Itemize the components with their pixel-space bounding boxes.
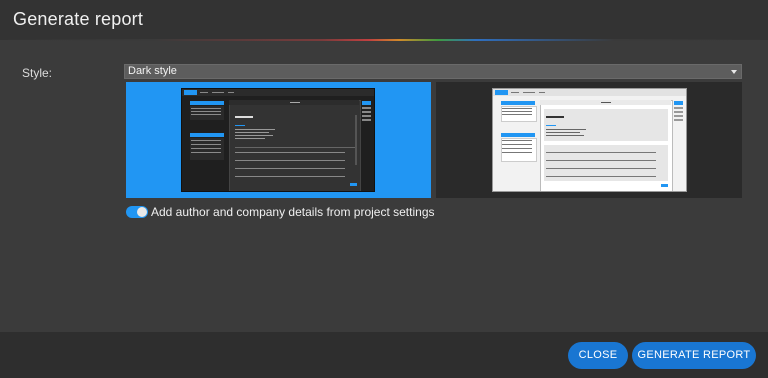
style-option-dark[interactable] [126, 82, 431, 198]
author-details-toggle-label: Add author and company details from proj… [151, 205, 435, 219]
dark-style-preview-image [181, 88, 375, 192]
chevron-down-icon [731, 70, 737, 74]
style-option-light[interactable] [436, 82, 742, 198]
generate-report-button[interactable]: GENERATE REPORT [632, 342, 756, 369]
close-button[interactable]: CLOSE [568, 342, 628, 369]
author-details-toggle[interactable] [126, 206, 148, 218]
dialog-header: Generate report [0, 0, 768, 41]
dialog-title: Generate report [13, 9, 144, 29]
style-select[interactable]: Dark style [124, 64, 742, 79]
toggle-knob [137, 207, 147, 217]
style-select-value: Dark style [128, 65, 177, 77]
style-label: Style: [22, 66, 53, 80]
light-style-preview-image [492, 88, 687, 192]
header-divider [0, 39, 768, 41]
dialog-footer: CLOSE GENERATE REPORT [0, 332, 768, 378]
